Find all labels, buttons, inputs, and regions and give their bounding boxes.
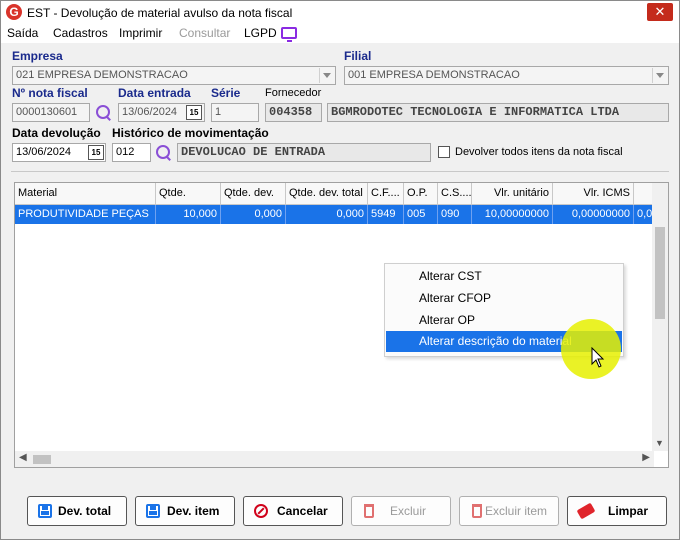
cell-material: PRODUTIVIDADE PEÇAS [15, 205, 156, 224]
cancel-icon [254, 504, 268, 518]
limpar-label: Limpar [608, 504, 649, 518]
cell-qtde-dev: 0,000 [221, 205, 286, 224]
historico-desc-field: DEVOLUCAO DE ENTRADA [177, 143, 431, 162]
dev-item-label: Dev. item [167, 504, 220, 518]
chevron-down-icon[interactable]: ▼ [655, 438, 664, 448]
calendar-icon[interactable]: 15 [186, 105, 202, 120]
nota-fiscal-field[interactable]: 0000130601 [12, 103, 90, 122]
app-window: G EST - Devolução de material avulso da … [0, 0, 680, 540]
limpar-button[interactable]: Limpar [567, 496, 667, 526]
cell-vlr-unitario: 10,00000000 [472, 205, 553, 224]
devolver-todos-label[interactable]: Devolver todos itens da nota fiscal [455, 146, 623, 158]
save-icon [146, 504, 160, 518]
chevron-left-icon[interactable]: ◀ [19, 452, 27, 463]
divider [11, 171, 669, 172]
excluir-label: Excluir [390, 504, 427, 518]
horizontal-scrollbar[interactable]: ◀ ▶ [15, 451, 654, 467]
excluir-button: Excluir [351, 496, 451, 526]
eraser-icon [576, 502, 596, 520]
cell-cs: 090 [438, 205, 472, 224]
column-header-qtde[interactable]: Qtde. [156, 183, 221, 205]
column-header-vlr-unitario[interactable]: Vlr. unitário [472, 183, 553, 205]
trash-icon [472, 504, 482, 518]
menu-lgpd[interactable]: LGPD [244, 26, 277, 40]
historico-label: Histórico de movimentação [112, 126, 269, 140]
empresa-label: Empresa [12, 49, 63, 63]
monitor-icon[interactable] [281, 27, 297, 42]
filial-select[interactable]: 001 EMPRESA DEMONSTRACAO [344, 66, 669, 85]
cancelar-label: Cancelar [277, 504, 328, 518]
cancelar-button[interactable]: Cancelar [243, 496, 343, 526]
column-header-cs[interactable]: C.S.... [438, 183, 472, 205]
fornecedor-label: Fornecedor [265, 87, 322, 99]
chevron-down-icon[interactable] [319, 68, 334, 83]
menu-item-alterar-cfop[interactable]: Alterar CFOP [386, 288, 622, 309]
scroll-thumb[interactable] [655, 227, 665, 319]
search-icon[interactable] [155, 144, 173, 162]
search-icon[interactable] [95, 104, 113, 122]
app-logo-icon: G [6, 4, 22, 20]
column-header-vlr-icms[interactable]: Vlr. ICMS [553, 183, 634, 205]
column-header-material[interactable]: Material [15, 183, 156, 205]
excluir-item-label: Excluir item [485, 504, 548, 518]
cell-op: 005 [404, 205, 438, 224]
chevron-down-icon[interactable] [652, 68, 667, 83]
close-button[interactable]: ✕ [647, 3, 673, 21]
scroll-thumb[interactable] [33, 455, 51, 464]
menu-bar: Saída Cadastros Imprimir Consultar LGPD [1, 25, 679, 43]
chevron-right-icon[interactable]: ▶ [642, 452, 650, 463]
serie-label: Série [211, 86, 241, 100]
serie-field[interactable]: 1 [211, 103, 259, 122]
dev-total-label: Dev. total [58, 504, 112, 518]
filial-value: 001 EMPRESA DEMONSTRACAO [348, 69, 520, 81]
grid-header: Material Qtde. Qtde. dev. Qtde. dev. tot… [15, 183, 655, 205]
cell-vlr-icms: 0,00000000 [553, 205, 634, 224]
menu-cadastros[interactable]: Cadastros [53, 26, 108, 40]
window-title: EST - Devolução de material avulso da no… [27, 6, 293, 20]
vertical-scrollbar[interactable]: ▼ [652, 183, 668, 451]
menu-saida[interactable]: Saída [7, 26, 38, 40]
filial-label: Filial [344, 49, 372, 63]
save-icon [38, 504, 52, 518]
excluir-item-button: Excluir item [459, 496, 559, 526]
menu-consultar: Consultar [179, 26, 231, 40]
cell-qtde: 10,000 [156, 205, 221, 224]
fornecedor-name-field: BGMRODOTEC TECNOLOGIA E INFORMATICA LTDA [327, 103, 669, 122]
cell-cf: 5949 [368, 205, 404, 224]
dev-total-button[interactable]: Dev. total [27, 496, 127, 526]
calendar-icon[interactable]: 15 [88, 145, 104, 160]
column-header-cf[interactable]: C.F.... [368, 183, 404, 205]
empresa-select[interactable]: 021 EMPRESA DEMONSTRACAO [12, 66, 336, 85]
data-devolucao-value: 13/06/2024 [16, 146, 72, 158]
historico-code-field[interactable]: 012 [112, 143, 151, 162]
dev-item-button[interactable]: Dev. item [135, 496, 235, 526]
nota-fiscal-label: Nº nota fiscal [12, 86, 88, 100]
column-header-op[interactable]: O.P. [404, 183, 438, 205]
title-bar: G EST - Devolução de material avulso da … [1, 1, 679, 25]
trash-icon [364, 504, 374, 518]
empresa-value: 021 EMPRESA DEMONSTRACAO [16, 69, 188, 81]
fornecedor-code-field: 004358 [265, 103, 322, 122]
devolver-todos-checkbox[interactable] [438, 146, 450, 158]
column-header-qtde-dev[interactable]: Qtde. dev. [221, 183, 286, 205]
table-row[interactable]: PRODUTIVIDADE PEÇAS 10,000 0,000 0,000 5… [15, 205, 655, 224]
cell-qtde-dev-total: 0,000 [286, 205, 368, 224]
column-header-qtde-dev-total[interactable]: Qtde. dev. total [286, 183, 368, 205]
data-devolucao-label: Data devolução [12, 126, 101, 140]
menu-imprimir[interactable]: Imprimir [119, 26, 162, 40]
data-entrada-label: Data entrada [118, 86, 191, 100]
data-entrada-value: 13/06/2024 [122, 106, 178, 118]
menu-item-alterar-cst[interactable]: Alterar CST [386, 266, 622, 287]
